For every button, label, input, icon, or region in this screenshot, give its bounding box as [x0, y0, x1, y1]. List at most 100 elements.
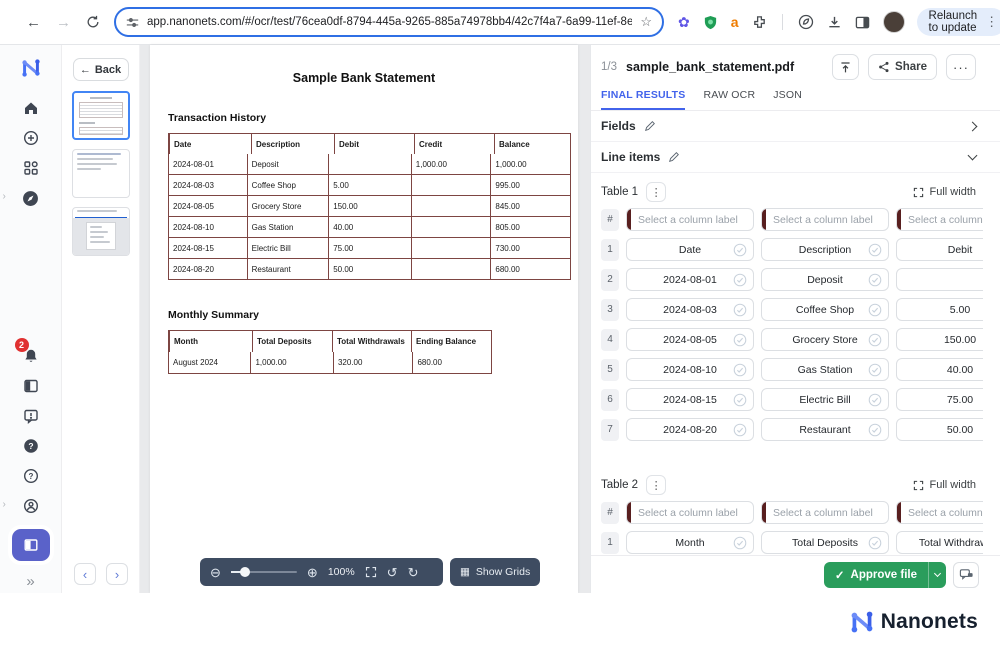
table-cell[interactable]: 2024-08-15 [626, 388, 754, 411]
verified-check-icon[interactable] [868, 393, 882, 407]
table-cell[interactable]: 2024-08-01 [626, 268, 754, 291]
rotate-left-icon[interactable]: ↺ [387, 566, 398, 579]
table-cell[interactable]: 75.00 [896, 388, 983, 411]
address-bar[interactable]: app.nanonets.com/#/ocr/test/76cea0df-879… [114, 7, 664, 37]
column-label-input[interactable]: Select a column label [761, 501, 889, 524]
feedback-icon[interactable] [13, 404, 49, 428]
table-cell[interactable]: 2024-08-10 [626, 358, 754, 381]
browser-reload-icon[interactable] [86, 15, 100, 29]
tab-raw-ocr[interactable]: RAW OCR [703, 89, 755, 110]
verified-check-icon[interactable] [733, 303, 747, 317]
performance-icon[interactable] [798, 14, 814, 30]
more-options-button[interactable]: ··· [946, 54, 976, 80]
verified-check-icon[interactable] [733, 333, 747, 347]
url-text[interactable]: app.nanonets.com/#/ocr/test/76cea0df-879… [147, 16, 632, 28]
table-cell[interactable]: Debit [896, 238, 983, 261]
zoom-out-icon[interactable]: ⊖ [210, 566, 221, 579]
share-button[interactable]: Share [868, 54, 937, 80]
table1-menu-button[interactable]: ⋮ [646, 182, 666, 202]
account-icon[interactable]: › [13, 494, 49, 518]
column-label-input[interactable]: Select a column label [896, 208, 983, 231]
table-cell[interactable]: Date [626, 238, 754, 261]
edit-pencil-icon[interactable] [668, 151, 680, 163]
sidebar-item-explore[interactable]: › [13, 186, 49, 210]
table2-full-width-button[interactable]: Full width [913, 479, 976, 491]
table-cell[interactable]: 40.00 [896, 358, 983, 381]
table-cell[interactable]: Electric Bill [761, 388, 889, 411]
table-cell[interactable]: Restaurant [761, 418, 889, 441]
table-cell[interactable]: 2024-08-03 [626, 298, 754, 321]
relaunch-update-button[interactable]: Relaunch to update ⋮ [917, 8, 1000, 36]
next-page-button[interactable]: › [106, 563, 128, 585]
approve-dropdown-button[interactable] [928, 562, 946, 588]
fields-section-row[interactable]: Fields [591, 111, 1000, 142]
zoom-in-icon[interactable]: ⊕ [307, 566, 318, 579]
table-cell[interactable]: Grocery Store [761, 328, 889, 351]
verified-check-icon[interactable] [733, 393, 747, 407]
table-cell[interactable]: Description [761, 238, 889, 261]
zoom-slider[interactable] [231, 571, 297, 573]
verified-check-icon[interactable] [868, 423, 882, 437]
sidebar-item-new[interactable] [13, 126, 49, 150]
column-label-input[interactable]: Select a column label [761, 208, 889, 231]
verified-check-icon[interactable] [733, 273, 747, 287]
expand-chevron-icon[interactable]: › [3, 191, 6, 202]
collapse-sidebar-icon[interactable]: » [26, 573, 34, 590]
side-panel-icon[interactable] [855, 15, 870, 30]
expand-chevron-icon[interactable]: › [3, 499, 6, 510]
line-items-section-row[interactable]: Line items [591, 142, 1000, 173]
verified-check-icon[interactable] [868, 303, 882, 317]
page-thumbnail-1[interactable] [72, 91, 130, 140]
profile-avatar[interactable] [883, 11, 905, 33]
site-settings-icon[interactable] [126, 16, 139, 29]
zoom-slider-handle[interactable] [240, 567, 250, 577]
browser-forward-icon[interactable]: → [56, 15, 71, 30]
transaction-table[interactable]: DateDescriptionDebitCreditBalance 2024-0… [168, 133, 571, 280]
verified-check-icon[interactable] [733, 536, 747, 550]
chevron-down-icon[interactable] [968, 151, 978, 161]
table-cell[interactable]: 2024-08-05 [626, 328, 754, 351]
table-cell[interactable]: Month [626, 531, 754, 554]
verified-check-icon[interactable] [868, 333, 882, 347]
table-cell[interactable] [896, 268, 983, 291]
table1-full-width-button[interactable]: Full width [913, 186, 976, 198]
sidebar-item-home[interactable] [13, 96, 49, 120]
fit-screen-icon[interactable] [365, 566, 377, 578]
docs-book-icon[interactable] [13, 374, 49, 398]
column-label-input[interactable]: Select a column label [626, 208, 754, 231]
chevron-right-icon[interactable] [968, 121, 978, 131]
tab-json[interactable]: JSON [773, 89, 802, 110]
table-cell[interactable]: 150.00 [896, 328, 983, 351]
table-cell[interactable]: 2024-08-20 [626, 418, 754, 441]
page-thumbnail-2[interactable] [72, 149, 130, 198]
back-button[interactable]: ← Back [73, 58, 129, 81]
verified-check-icon[interactable] [733, 243, 747, 257]
edit-pencil-icon[interactable] [644, 120, 656, 132]
help-filled-icon[interactable]: ? [13, 434, 49, 458]
table2-menu-button[interactable]: ⋮ [646, 475, 666, 495]
comments-button[interactable] [953, 562, 979, 588]
table-cell[interactable]: Total Deposits [761, 531, 889, 554]
bookmark-star-icon[interactable]: ☆ [640, 14, 652, 30]
prev-page-button[interactable]: ‹ [74, 563, 96, 585]
table-cell[interactable]: Coffee Shop [761, 298, 889, 321]
verified-check-icon[interactable] [868, 243, 882, 257]
column-label-input[interactable]: Select a column label [626, 501, 754, 524]
show-grids-button[interactable]: ▦ Show Grids [450, 558, 540, 586]
notifications-bell-icon[interactable]: 2 [13, 344, 49, 368]
verified-check-icon[interactable] [733, 363, 747, 377]
summary-table[interactable]: MonthTotal DepositsTotal WithdrawalsEndi… [168, 330, 492, 374]
nanonets-logo-icon[interactable] [20, 57, 42, 79]
table-cell[interactable]: 50.00 [896, 418, 983, 441]
document-page[interactable]: Sample Bank Statement Transaction Histor… [150, 45, 578, 593]
downloads-icon[interactable] [827, 15, 842, 30]
approve-file-button[interactable]: ✓ Approve file [824, 562, 946, 588]
extension-a-icon[interactable]: a [731, 14, 739, 30]
sidebar-item-workflows[interactable] [13, 156, 49, 180]
extension-shield-icon[interactable] [703, 15, 718, 30]
table-cell[interactable]: Gas Station [761, 358, 889, 381]
table-cell[interactable]: Total Withdrawals [896, 531, 983, 554]
browser-back-icon[interactable]: ← [26, 15, 41, 30]
table-cell[interactable]: Deposit [761, 268, 889, 291]
verified-check-icon[interactable] [868, 363, 882, 377]
